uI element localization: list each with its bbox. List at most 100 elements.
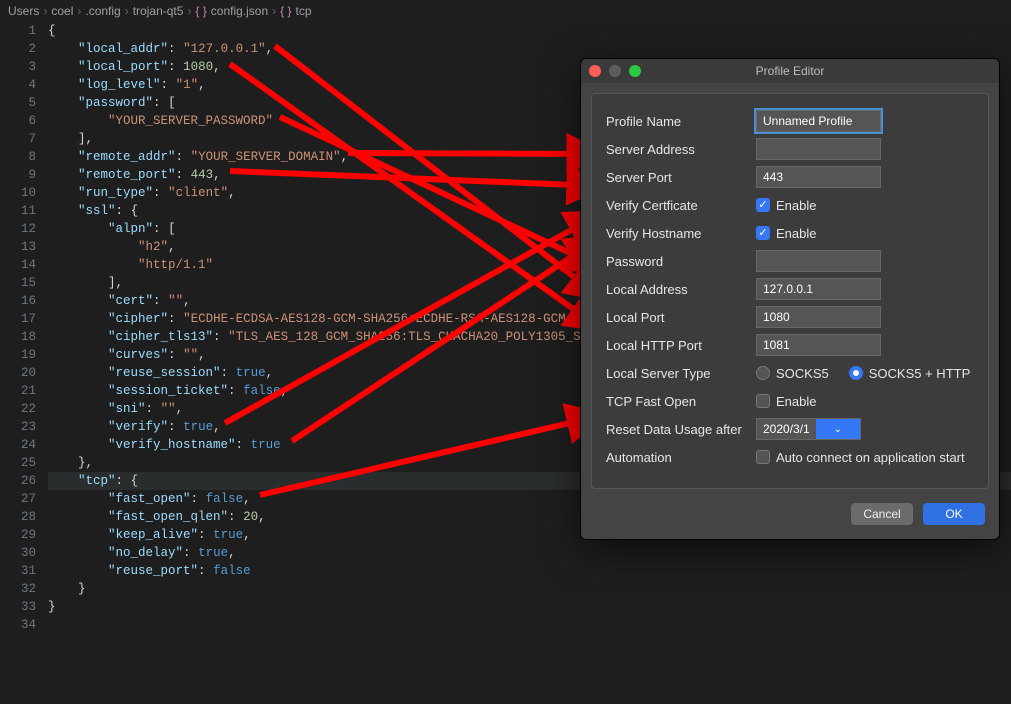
profile-editor-dialog: Profile Editor Profile Name Server Addre… — [580, 58, 1000, 540]
line-number: 22 — [0, 400, 36, 418]
breadcrumb-item[interactable]: Users — [8, 4, 39, 18]
auto-connect-text: Auto connect on application start — [776, 450, 965, 465]
label-local-http-port: Local HTTP Port — [606, 338, 756, 353]
chevron-down-icon: ⌄ — [816, 419, 860, 439]
line-number: 33 — [0, 598, 36, 616]
code-line[interactable]: "no_delay": true, — [48, 544, 1011, 562]
code-line[interactable]: } — [48, 580, 1011, 598]
line-number: 3 — [0, 58, 36, 76]
local-port-input[interactable] — [756, 306, 881, 328]
label-reset-data-usage: Reset Data Usage after — [606, 422, 756, 437]
socks5http-text: SOCKS5 + HTTP — [869, 366, 971, 381]
label-automation: Automation — [606, 450, 756, 465]
verify-hostname-checkbox[interactable]: ✓ — [756, 226, 770, 240]
chevron-right-icon: › — [125, 4, 129, 18]
line-number: 9 — [0, 166, 36, 184]
line-number: 16 — [0, 292, 36, 310]
json-icon: { } — [280, 4, 291, 18]
line-number: 7 — [0, 130, 36, 148]
line-number: 34 — [0, 616, 36, 634]
line-number: 31 — [0, 562, 36, 580]
reset-date-select[interactable]: 2020/3/1 ⌄ — [756, 418, 861, 440]
code-line[interactable]: "local_addr": "127.0.0.1", — [48, 40, 1011, 58]
tcp-fast-open-checkbox[interactable] — [756, 394, 770, 408]
form-panel: Profile Name Server Address Server Port … — [591, 93, 989, 489]
label-server-address: Server Address — [606, 142, 756, 157]
label-profile-name: Profile Name — [606, 114, 756, 129]
line-number: 12 — [0, 220, 36, 238]
line-number: 10 — [0, 184, 36, 202]
label-verify-hostname: Verify Hostname — [606, 226, 756, 241]
password-input[interactable] — [756, 250, 881, 272]
enable-text: Enable — [776, 198, 816, 213]
profile-name-input[interactable] — [756, 110, 881, 132]
reset-date-value: 2020/3/1 — [757, 422, 816, 436]
breadcrumb-item[interactable]: coel — [51, 4, 73, 18]
line-number: 5 — [0, 94, 36, 112]
line-number: 24 — [0, 436, 36, 454]
server-port-input[interactable] — [756, 166, 881, 188]
line-number: 18 — [0, 328, 36, 346]
label-server-port: Server Port — [606, 170, 756, 185]
cancel-button[interactable]: Cancel — [851, 503, 913, 525]
breadcrumb-item[interactable]: config.json — [211, 4, 268, 18]
line-number-gutter: 1234567891011121314151617181920212223242… — [0, 22, 48, 704]
chevron-right-icon: › — [77, 4, 81, 18]
local-address-input[interactable] — [756, 278, 881, 300]
line-number: 28 — [0, 508, 36, 526]
dialog-title: Profile Editor — [581, 64, 999, 78]
label-local-address: Local Address — [606, 282, 756, 297]
socks5-text: SOCKS5 — [776, 366, 829, 381]
line-number: 32 — [0, 580, 36, 598]
line-number: 30 — [0, 544, 36, 562]
breadcrumb-item[interactable]: tcp — [296, 4, 312, 18]
line-number: 27 — [0, 490, 36, 508]
breadcrumb: Users › coel › .config › trojan-qt5 › { }… — [0, 0, 1011, 22]
code-line[interactable]: } — [48, 598, 1011, 616]
line-number: 8 — [0, 148, 36, 166]
dialog-button-row: Cancel OK — [581, 499, 999, 539]
line-number: 4 — [0, 76, 36, 94]
verify-certificate-checkbox[interactable]: ✓ — [756, 198, 770, 212]
line-number: 26 — [0, 472, 36, 490]
line-number: 6 — [0, 112, 36, 130]
enable-text: Enable — [776, 394, 816, 409]
line-number: 1 — [0, 22, 36, 40]
server-address-input[interactable] — [756, 138, 881, 160]
local-http-port-input[interactable] — [756, 334, 881, 356]
json-icon: { } — [195, 4, 206, 18]
label-local-port: Local Port — [606, 310, 756, 325]
line-number: 15 — [0, 274, 36, 292]
label-verify-certificate: Verify Certficate — [606, 198, 756, 213]
server-type-socks5http-radio[interactable] — [849, 366, 863, 380]
line-number: 29 — [0, 526, 36, 544]
line-number: 21 — [0, 382, 36, 400]
chevron-right-icon: › — [187, 4, 191, 18]
line-number: 25 — [0, 454, 36, 472]
line-number: 11 — [0, 202, 36, 220]
chevron-right-icon: › — [43, 4, 47, 18]
enable-text: Enable — [776, 226, 816, 241]
code-line[interactable]: "reuse_port": false — [48, 562, 1011, 580]
line-number: 17 — [0, 310, 36, 328]
line-number: 13 — [0, 238, 36, 256]
minimize-icon[interactable] — [609, 65, 621, 77]
line-number: 14 — [0, 256, 36, 274]
line-number: 20 — [0, 364, 36, 382]
line-number: 19 — [0, 346, 36, 364]
auto-connect-checkbox[interactable] — [756, 450, 770, 464]
line-number: 2 — [0, 40, 36, 58]
server-type-socks5-radio[interactable] — [756, 366, 770, 380]
breadcrumb-item[interactable]: trojan-qt5 — [133, 4, 184, 18]
label-tcp-fast-open: TCP Fast Open — [606, 394, 756, 409]
dialog-titlebar[interactable]: Profile Editor — [581, 59, 999, 83]
ok-button[interactable]: OK — [923, 503, 985, 525]
code-line[interactable] — [48, 616, 1011, 634]
chevron-right-icon: › — [272, 4, 276, 18]
line-number: 23 — [0, 418, 36, 436]
close-icon[interactable] — [589, 65, 601, 77]
zoom-icon[interactable] — [629, 65, 641, 77]
label-local-server-type: Local Server Type — [606, 366, 756, 381]
breadcrumb-item[interactable]: .config — [85, 4, 120, 18]
code-line[interactable]: { — [48, 22, 1011, 40]
